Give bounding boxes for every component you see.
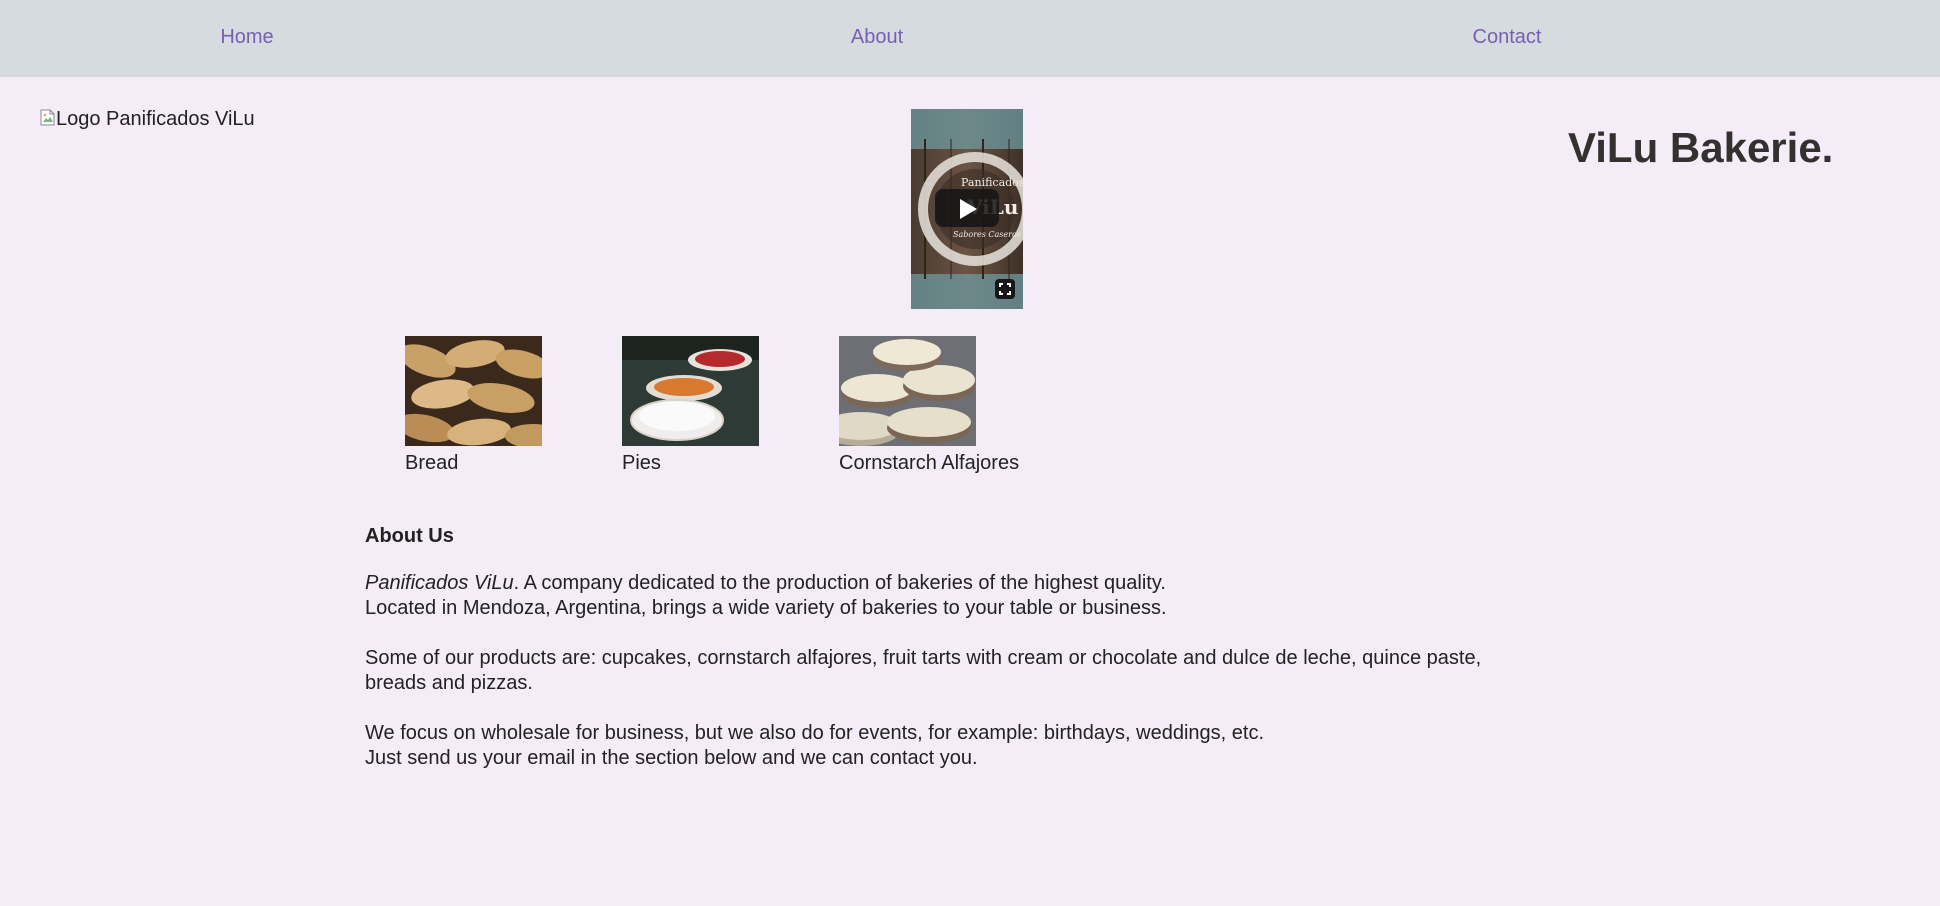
site-title: ViLu Bakerie.: [1568, 124, 1834, 171]
nav-link-contact[interactable]: Contact: [1473, 26, 1542, 49]
about-us-heading: About Us: [365, 525, 454, 547]
nav-link-home[interactable]: Home: [220, 26, 273, 49]
about-paragraph-3: We focus on wholesale for business, but …: [365, 721, 1545, 771]
top-navbar: Home About Contact: [0, 0, 1940, 77]
about-paragraph-1-rest: . A company dedicated to the production …: [513, 572, 1166, 594]
bread-photo: [405, 336, 542, 446]
product-label-alfajores: Cornstarch Alfajores: [839, 452, 1020, 474]
about-paragraph-1: Panificados ViLu. A company dedicated to…: [365, 571, 1545, 621]
brand-name: Panificados ViLu: [365, 572, 514, 594]
logo-alt-text: Logo Panificados ViLu: [56, 108, 255, 130]
fullscreen-icon[interactable]: [995, 279, 1015, 299]
nav-link-about[interactable]: About: [851, 26, 903, 49]
product-label-pies: Pies: [622, 452, 661, 474]
play-icon[interactable]: [935, 189, 999, 227]
video-overlay-text-1: Panificados: [961, 176, 1023, 189]
broken-image-icon: [40, 109, 56, 127]
product-card-pies: Pies: [622, 336, 759, 475]
about-paragraph-3-line-1: We focus on wholesale for business, but …: [365, 722, 1264, 744]
product-card-alfajores: Cornstarch Alfajores: [839, 336, 1019, 475]
logo-image-broken: Logo Panificados ViLu: [40, 108, 255, 131]
about-paragraph-3-line-2: Just send us your email in the section b…: [365, 747, 978, 769]
pies-photo: [622, 336, 759, 446]
product-label-bread: Bread: [405, 452, 459, 474]
about-us-section: About Us Panificados ViLu. A company ded…: [365, 524, 1545, 771]
product-card-bread: Bread: [405, 336, 542, 475]
video-overlay-text-3: Sabores Caseros: [953, 230, 1021, 239]
about-paragraph-2: Some of our products are: cupcakes, corn…: [365, 647, 1482, 694]
video-player[interactable]: Panificados ViLu Sabores Caseros: [911, 109, 1023, 309]
about-paragraph-1-line-2: Located in Mendoza, Argentina, brings a …: [365, 597, 1167, 619]
alfajores-photo: [839, 336, 976, 446]
